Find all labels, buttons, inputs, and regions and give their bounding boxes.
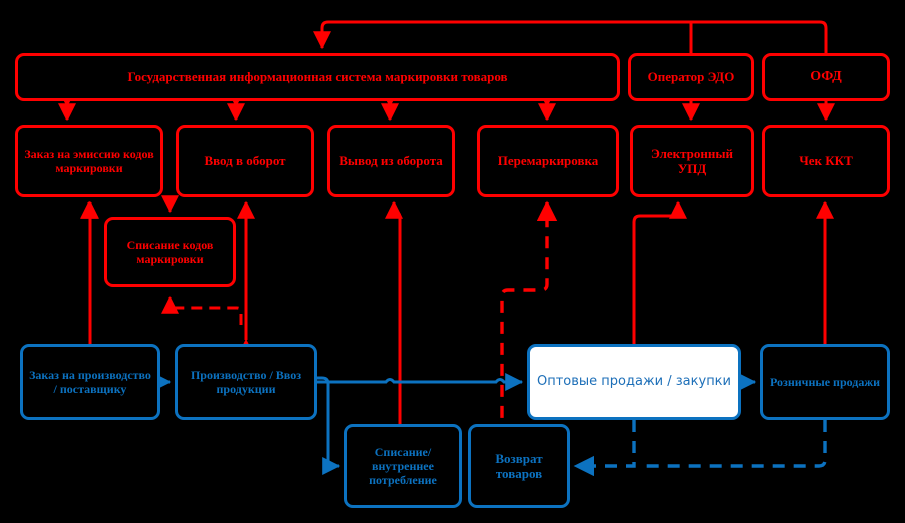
node-operator-edo-label: Оператор ЭДО bbox=[647, 69, 735, 85]
node-vozvrat-tovarov-label: Возврат товаров bbox=[495, 450, 543, 481]
edge-ofd-operator-to-gis bbox=[313, 20, 828, 53]
edge-proizv-to-spisanievn bbox=[317, 376, 341, 475]
node-chek-kkt-label: Чек ККТ bbox=[799, 153, 853, 169]
node-emission-order-label: Заказ на эмиссию кодов маркировки bbox=[24, 146, 154, 175]
node-zakaz-proizvodstvo[interactable]: Заказ на производство / поставщику bbox=[20, 344, 160, 420]
node-roznichnye-prodazhi[interactable]: Розничные продажи bbox=[760, 344, 890, 420]
node-ofd-label: ОФД bbox=[810, 68, 842, 84]
node-vyvod-iz-oborota[interactable]: Вывод из оборота bbox=[327, 125, 455, 197]
node-zakaz-proizvodstvo-label: Заказ на производство / поставщику bbox=[29, 367, 151, 396]
node-spisanie-vnutrennee-label: Списание/ внутреннее потребление bbox=[369, 444, 437, 488]
node-electronic-upd[interactable]: Электронный УПД bbox=[630, 125, 754, 197]
node-emission-order[interactable]: Заказ на эмиссию кодов маркировки bbox=[15, 125, 163, 197]
node-roznichnye-prodazhi-label: Розничные продажи bbox=[770, 374, 880, 389]
edge-sales-to-vozvrat-dashed bbox=[573, 420, 827, 477]
node-optovye-prodazhi-label: Оптовые продажи / закупки bbox=[536, 374, 731, 390]
node-gis-label: Государственная информационная система м… bbox=[127, 69, 508, 85]
node-vozvrat-tovarov[interactable]: Возврат товаров bbox=[468, 424, 570, 508]
node-vvod-v-oborot[interactable]: Ввод в оборот bbox=[176, 125, 314, 197]
edge-spisanievn-to-vyvod bbox=[385, 200, 403, 424]
marking-system-diagram: Государственная информационная система м… bbox=[0, 0, 905, 523]
node-optovye-prodazhi[interactable]: Оптовые продажи / закупки bbox=[527, 344, 741, 420]
edge-proizv-to-optovye bbox=[317, 373, 524, 391]
node-proizvodstvo-vvoz-label: Производство / Ввоз продукции bbox=[190, 367, 302, 396]
node-spisanie-vnutrennee[interactable]: Списание/ внутреннее потребление bbox=[344, 424, 462, 508]
node-peremarkirovka[interactable]: Перемаркировка bbox=[477, 125, 619, 197]
node-operator-edo[interactable]: Оператор ЭДО bbox=[628, 53, 754, 101]
node-spisanie-kodov-label: Списание кодов маркировки bbox=[126, 237, 214, 266]
node-peremarkirovka-label: Перемаркировка bbox=[497, 153, 599, 169]
edge-optovye-to-upd bbox=[632, 200, 687, 344]
node-chek-kkt[interactable]: Чек ККТ bbox=[762, 125, 890, 197]
node-electronic-upd-label: Электронный УПД bbox=[650, 145, 734, 176]
edge-proizv-to-spisanie-kodov-dashed bbox=[161, 295, 243, 325]
node-ofd[interactable]: ОФД bbox=[762, 53, 890, 101]
node-vyvod-iz-oborota-label: Вывод из оборота bbox=[339, 153, 443, 169]
node-gis[interactable]: Государственная информационная система м… bbox=[15, 53, 620, 101]
node-spisanie-kodov[interactable]: Списание кодов маркировки bbox=[104, 217, 236, 287]
node-vvod-v-oborot-label: Ввод в оборот bbox=[204, 153, 286, 169]
node-proizvodstvo-vvoz[interactable]: Производство / Ввоз продукции bbox=[175, 344, 317, 420]
